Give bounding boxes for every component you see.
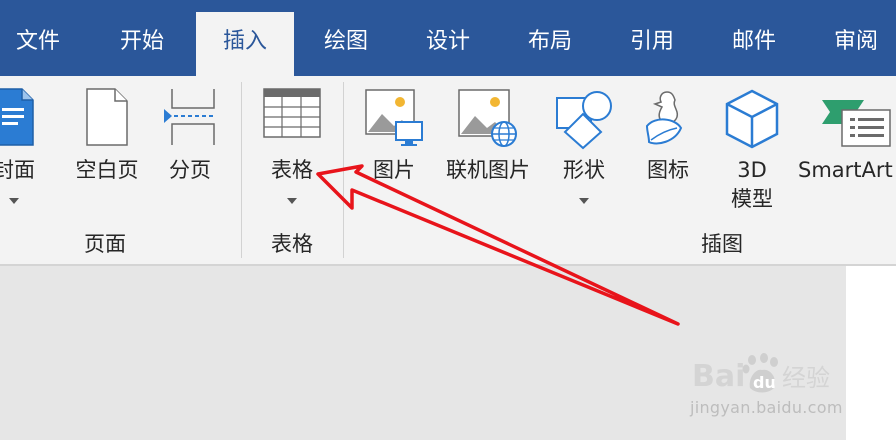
page-break-icon <box>162 88 218 150</box>
smartart-button[interactable]: SmartArt <box>796 84 896 224</box>
blank-page-icon <box>85 88 129 150</box>
online-picture-button[interactable]: 联机图片 <box>436 84 540 224</box>
smartart-label: SmartArt <box>798 158 893 182</box>
table-icon <box>263 88 321 142</box>
baidu-watermark: Bai du 经验 jingyan.baidu.com <box>690 352 890 432</box>
table-label: 表格 <box>271 158 313 182</box>
chevron-down-icon[interactable] <box>579 198 589 204</box>
tab-mailings[interactable]: 邮件 <box>708 12 800 76</box>
baidu-logo-du: du <box>753 373 776 392</box>
cover-page-button[interactable]: 封面 <box>0 84 48 224</box>
tab-design[interactable]: 设计 <box>402 12 494 76</box>
baidu-logo-jingyan: 经验 <box>782 364 830 392</box>
icons-icon <box>637 88 699 154</box>
page-break-button[interactable]: 分页 <box>156 84 224 224</box>
3d-model-icon <box>724 88 780 154</box>
tab-home[interactable]: 开始 <box>96 12 188 76</box>
chevron-down-icon[interactable] <box>9 198 19 204</box>
baidu-logo: Bai du 经验 <box>692 353 830 394</box>
baidu-logo-text: Bai <box>692 359 745 394</box>
ribbon-insert-panel: 封面 空白页 分页 页面 表格 表格 图片 联机图片 形状 图标 3D 模型 S… <box>0 76 896 266</box>
blank-page-button[interactable]: 空白页 <box>66 84 148 224</box>
3d-model-button[interactable]: 3D 模型 <box>714 84 790 224</box>
ribbon-tab-bar: 文件 开始 插入 绘图 设计 布局 引用 邮件 审阅 <box>0 0 896 76</box>
group-separator <box>343 82 344 258</box>
3d-model-label: 3D 模型 <box>714 156 790 214</box>
online-picture-label: 联机图片 <box>446 158 530 182</box>
group-label-tables: 表格 <box>271 232 313 256</box>
tab-review[interactable]: 审阅 <box>810 12 896 76</box>
table-button[interactable]: 表格 <box>252 84 332 224</box>
icons-button[interactable]: 图标 <box>630 84 706 224</box>
3d-model-label-line2: 模型 <box>731 187 773 211</box>
chevron-down-icon[interactable] <box>287 198 297 204</box>
tab-layout[interactable]: 布局 <box>504 12 596 76</box>
page-break-label: 分页 <box>169 158 211 182</box>
group-label-illustrations: 插图 <box>701 232 743 256</box>
blank-page-label: 空白页 <box>75 158 139 182</box>
group-separator <box>241 82 242 258</box>
icons-label: 图标 <box>647 158 689 182</box>
3d-model-label-line1: 3D <box>737 158 767 182</box>
cover-page-label: 封面 <box>0 158 35 182</box>
picture-label: 图片 <box>373 158 415 182</box>
picture-button[interactable]: 图片 <box>358 84 430 224</box>
cover-page-icon <box>0 88 34 150</box>
tab-file[interactable]: 文件 <box>0 12 76 76</box>
group-label-pages: 页面 <box>84 232 126 256</box>
baidu-site-text: jingyan.baidu.com <box>690 398 843 417</box>
online-picture-icon <box>457 88 519 152</box>
tab-insert[interactable]: 插入 <box>196 12 294 76</box>
tab-draw[interactable]: 绘图 <box>300 12 392 76</box>
shapes-icon <box>553 88 615 154</box>
shapes-label: 形状 <box>563 158 605 182</box>
smartart-icon <box>820 88 892 154</box>
tab-references[interactable]: 引用 <box>606 12 698 76</box>
shapes-button[interactable]: 形状 <box>546 84 622 224</box>
picture-icon <box>364 88 424 152</box>
